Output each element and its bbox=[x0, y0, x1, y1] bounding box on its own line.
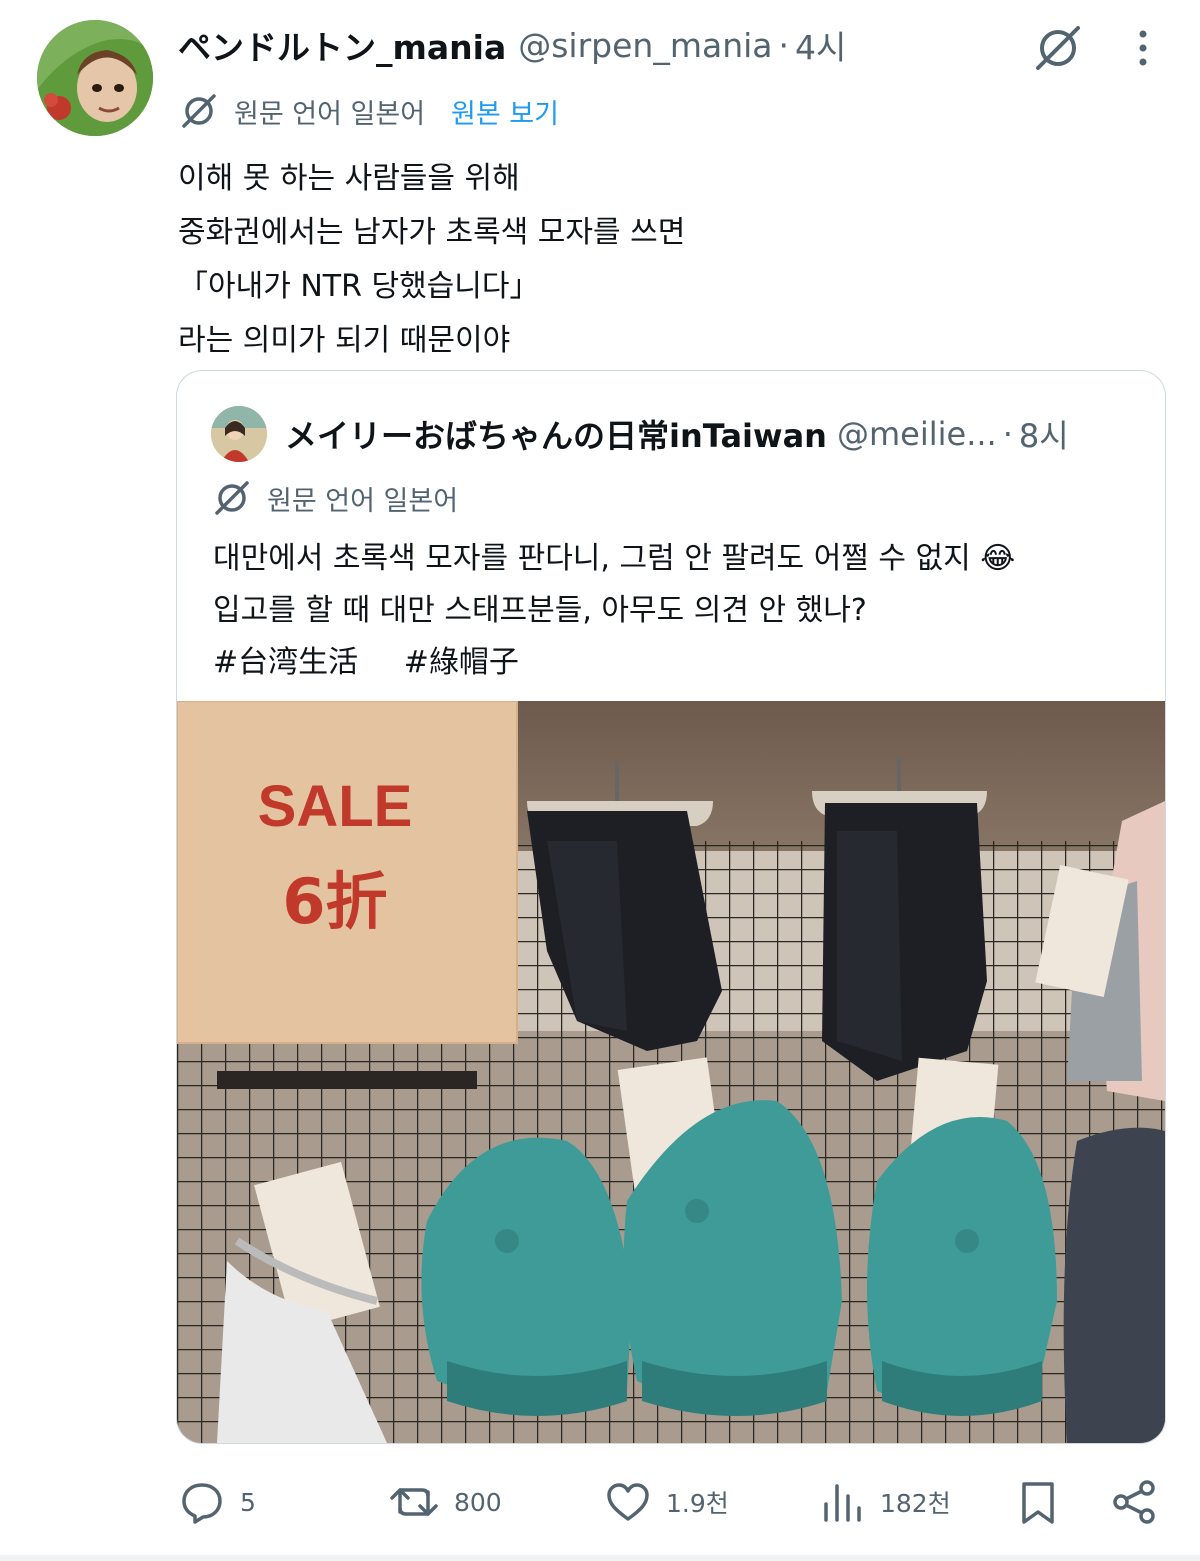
bookmark-button[interactable] bbox=[1014, 1470, 1062, 1534]
hashtags: #台湾生活 #綠帽子 bbox=[213, 637, 1015, 689]
author-handle[interactable]: @sirpen_mania bbox=[518, 26, 772, 65]
translate-small-icon bbox=[178, 90, 220, 132]
bookmark-icon bbox=[1014, 1478, 1062, 1526]
divider bbox=[0, 1555, 1200, 1561]
hashtag-link[interactable]: #台湾生活 bbox=[213, 645, 358, 680]
author-name[interactable]: ペンドルトン_mania bbox=[178, 21, 506, 69]
repost-count: 800 bbox=[454, 1487, 502, 1517]
quote-body: 대만에서 초록색 모자를 판다니, 그럼 안 팔려도 어쩔 수 없지 😂 입고를… bbox=[213, 533, 1015, 689]
repost-icon bbox=[388, 1478, 440, 1526]
green-cap bbox=[867, 1117, 1057, 1406]
translation-label: 원문 언어 일본어 bbox=[234, 98, 426, 130]
photo-sign-sale: SALE bbox=[258, 774, 413, 839]
translate-small-icon bbox=[211, 477, 253, 519]
quote-author-name[interactable]: メイリーおばちゃんの日常inTaiwan bbox=[285, 411, 827, 457]
hashtag-link[interactable]: #綠帽子 bbox=[404, 645, 519, 680]
share-icon bbox=[1110, 1477, 1160, 1527]
separator-dot: · bbox=[1002, 415, 1013, 453]
translate-icon[interactable] bbox=[1030, 22, 1086, 74]
quote-header: メイリーおばちゃんの日常inTaiwan @meilie... · 8시 bbox=[285, 411, 1069, 457]
quote-line: 입고를 할 때 대만 스태프분들, 아무도 의견 안 했나? bbox=[213, 593, 867, 628]
like-button[interactable]: 1.9천 bbox=[604, 1470, 729, 1534]
tweet-time[interactable]: 4시 bbox=[795, 21, 846, 69]
tweet-line: 이해 못 하는 사람들을 위해 bbox=[178, 161, 520, 196]
quote-time[interactable]: 8시 bbox=[1019, 411, 1069, 457]
reply-button[interactable]: 5 bbox=[178, 1470, 256, 1534]
quote-photo[interactable]: SALE 6折 bbox=[177, 700, 1165, 1443]
heart-icon bbox=[604, 1478, 652, 1526]
quote-translation-row: 원문 언어 일본어 bbox=[211, 475, 458, 521]
quote-author-avatar[interactable] bbox=[211, 406, 267, 462]
photo-sign-discount: 6折 bbox=[282, 865, 387, 938]
tweet-line: 「아내가 NTR 당했습니다」 bbox=[178, 269, 540, 304]
reply-icon bbox=[178, 1478, 226, 1526]
more-options-icon[interactable] bbox=[1125, 26, 1161, 70]
tweet-body: 이해 못 하는 사람들을 위해 중화권에서는 남자가 초록색 모자를 쓰면 「아… bbox=[178, 152, 685, 368]
repost-button[interactable]: 800 bbox=[388, 1470, 502, 1534]
views-button[interactable]: 182천 bbox=[818, 1470, 951, 1534]
separator-dot: · bbox=[778, 25, 790, 65]
quote-translation-label: 원문 언어 일본어 bbox=[267, 485, 459, 517]
tweet-header: ペンドルトン_mania @sirpen_mania · 4시 bbox=[178, 20, 846, 70]
tweet-line: 라는 의미가 되기 때문이야 bbox=[178, 323, 511, 358]
action-bar: 5 800 1.9천 182천 bbox=[0, 1470, 1200, 1534]
quote-author-handle[interactable]: @meilie... bbox=[837, 415, 997, 453]
like-count: 1.9천 bbox=[666, 1489, 729, 1518]
author-avatar[interactable] bbox=[37, 20, 153, 136]
show-original-link[interactable]: 원본 보기 bbox=[451, 92, 559, 131]
analytics-icon bbox=[818, 1478, 866, 1526]
translation-row: 원문 언어 일본어 원본 보기 bbox=[178, 88, 559, 134]
views-count: 182천 bbox=[880, 1489, 951, 1518]
quoted-tweet[interactable]: メイリーおばちゃんの日常inTaiwan @meilie... · 8시 원문 … bbox=[176, 370, 1166, 1444]
share-button[interactable] bbox=[1110, 1470, 1160, 1534]
tweet-line: 중화권에서는 남자가 초록색 모자를 쓰면 bbox=[178, 215, 686, 250]
reply-count: 5 bbox=[240, 1487, 256, 1517]
quote-line: 대만에서 초록색 모자를 판다니, 그럼 안 팔려도 어쩔 수 없지 😂 bbox=[213, 541, 1016, 576]
